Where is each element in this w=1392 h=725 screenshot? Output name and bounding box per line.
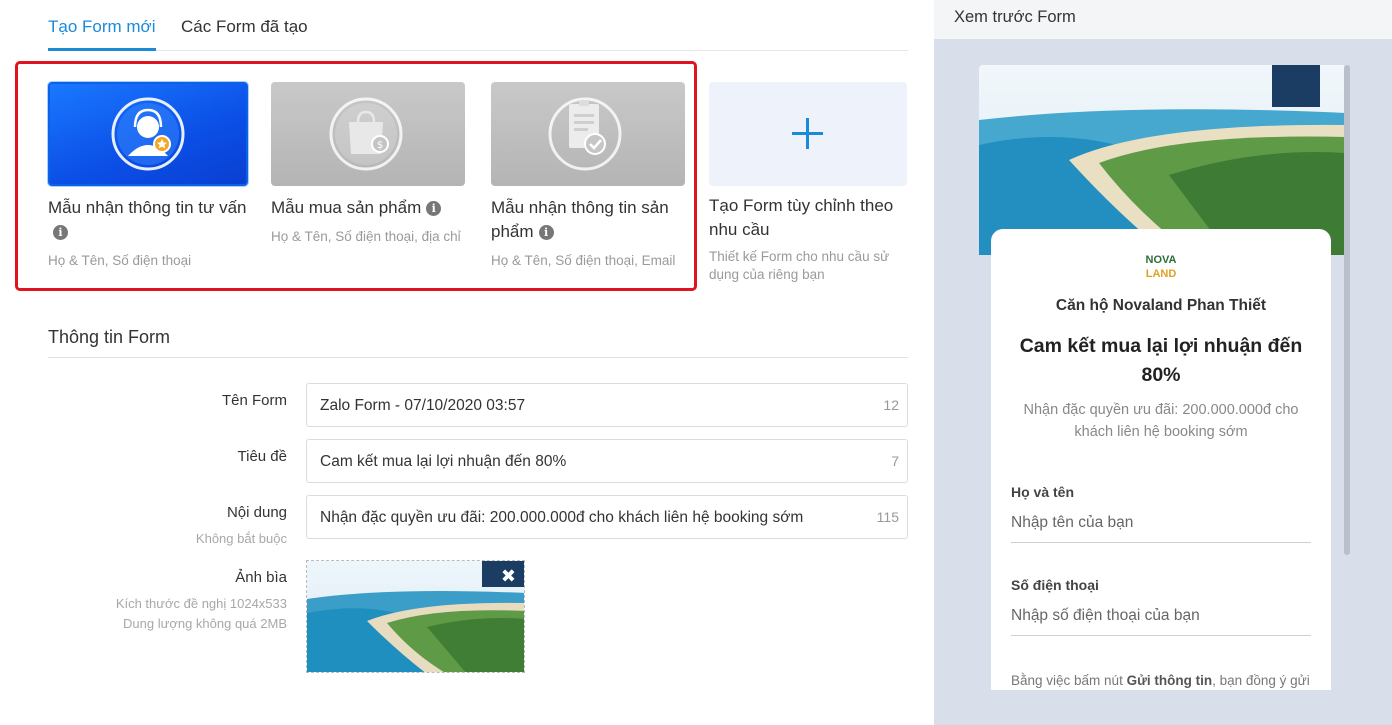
cover-image-upload[interactable]: ✖ [306, 560, 525, 673]
clipboard-check-icon [548, 97, 622, 171]
form-content-label: Nội dung [226, 504, 287, 521]
preview-terms: Bằng việc bấm nút Gửi thông tin, bạn đồn… [1011, 673, 1310, 688]
preview-phone-label: Số điện thoại [1011, 577, 1099, 593]
preview-panel: Xem trước Form NOVA LAND Căn hộ Novaland… [934, 0, 1392, 725]
form-title-field[interactable]: Cam kết mua lại lợi nhuận đến 80% 7 [306, 439, 908, 483]
preview-header: Xem trước Form [934, 0, 1392, 39]
preview-description: Nhận đặc quyền ưu đãi: 200.000.000đ cho … [1023, 402, 1299, 440]
preview-name-input[interactable]: Nhập tên của bạn [1011, 514, 1311, 543]
template-custom[interactable]: Tạo Form tùy chỉnh theo nhu cầu Thiết kế… [709, 82, 907, 284]
template-custom-thumbnail [709, 82, 907, 186]
template-title: Mẫu mua sản phẩm i [271, 196, 465, 220]
template-consultation-thumbnail [48, 82, 248, 186]
cover-size-hint: Kích thước đề nghị 1024x533 [115, 596, 287, 611]
form-name-field[interactable]: Zalo Form - 07/10/2020 03:57 12 [306, 383, 908, 427]
template-title: Mẫu nhận thông tin tư vấni [48, 198, 247, 240]
form-name-value: Zalo Form - 07/10/2020 03:57 [320, 397, 526, 414]
template-purchase-thumbnail: $ [271, 82, 465, 186]
novaland-logo: NOVA LAND [1146, 254, 1177, 280]
char-counter: 7 [891, 453, 899, 469]
active-tab-indicator [48, 48, 156, 51]
template-fields: Họ & Tên, Số điện thoại, địa chỉ [271, 229, 461, 244]
preview-cover-image [979, 65, 1346, 255]
preview-headline: Cam kết mua lại lợi nhuận đến 80% [1019, 335, 1303, 386]
tab-created-forms[interactable]: Các Form đã tạo [181, 17, 308, 37]
form-title-label: Tiêu đề [237, 448, 287, 465]
template-product-info[interactable]: Mẫu nhận thông tin sản phẩm i Họ & Tên, S… [491, 82, 685, 270]
cover-image-label: Ảnh bìa [235, 569, 287, 586]
preview-form-card: NOVA LAND Căn hộ Novaland Phan Thiết Cam… [991, 229, 1331, 690]
shopping-bag-icon: $ [329, 97, 403, 171]
form-preview[interactable]: NOVA LAND Căn hộ Novaland Phan Thiết Cam… [979, 65, 1346, 690]
scrollbar-thumb[interactable] [1344, 65, 1350, 555]
preview-phone-input[interactable]: Nhập số điện thoại của bạn [1011, 607, 1311, 636]
form-title-value: Cam kết mua lại lợi nhuận đến 80% [320, 453, 567, 470]
tab-create-new-form[interactable]: Tạo Form mới [48, 17, 156, 37]
cover-image-thumbnail [307, 561, 524, 672]
info-icon[interactable]: i [426, 201, 442, 216]
consultant-icon [111, 97, 185, 171]
template-purchase[interactable]: $ Mẫu mua sản phẩm i Họ & Tên, Số điện th… [271, 82, 465, 246]
char-counter: 12 [883, 397, 899, 413]
template-fields: Thiết kế Form cho nhu cầu sử dụng của ri… [709, 249, 890, 282]
preview-name-label: Họ và tên [1011, 484, 1075, 500]
cover-weight-hint: Dung lượng không quá 2MB [123, 616, 287, 631]
info-icon[interactable]: i [538, 225, 554, 240]
tab-bar: Tạo Form mới Các Form đã tạo [48, 0, 908, 51]
char-counter: 115 [876, 509, 899, 525]
form-name-label: Tên Form [221, 392, 287, 409]
preview-title: Xem trước Form [954, 8, 1076, 26]
form-content-hint: Không bắt buộc [195, 531, 287, 546]
template-title: Tạo Form tùy chỉnh theo nhu cầu [709, 196, 894, 239]
template-fields: Họ & Tên, Số điện thoại, Email [491, 253, 676, 268]
divider [48, 357, 908, 358]
plus-icon [792, 118, 823, 149]
form-content-field[interactable]: Nhận đặc quyền ưu đãi: 200.000.000đ cho … [306, 495, 908, 539]
template-product-info-thumbnail [491, 82, 685, 186]
template-fields: Họ & Tên, Số điện thoại [48, 253, 192, 268]
svg-text:$: $ [377, 140, 383, 151]
svg-text:NOVA: NOVA [1146, 254, 1177, 266]
form-content-value: Nhận đặc quyền ưu đãi: 200.000.000đ cho … [320, 509, 804, 526]
remove-cover-button[interactable]: ✖ [501, 567, 516, 585]
template-consultation[interactable]: Mẫu nhận thông tin tư vấni Họ & Tên, Số … [48, 82, 248, 270]
section-title: Thông tin Form [48, 327, 171, 347]
preview-company: Căn hộ Novaland Phan Thiết [1055, 297, 1267, 314]
preview-scrollbar[interactable] [1344, 65, 1350, 690]
template-title: Mẫu nhận thông tin sản phẩm i [491, 198, 669, 241]
svg-text:LAND: LAND [1146, 268, 1177, 280]
form-builder-panel: Tạo Form mới Các Form đã tạo Mẫu nhận th… [0, 0, 934, 725]
info-icon[interactable]: i [53, 225, 68, 240]
